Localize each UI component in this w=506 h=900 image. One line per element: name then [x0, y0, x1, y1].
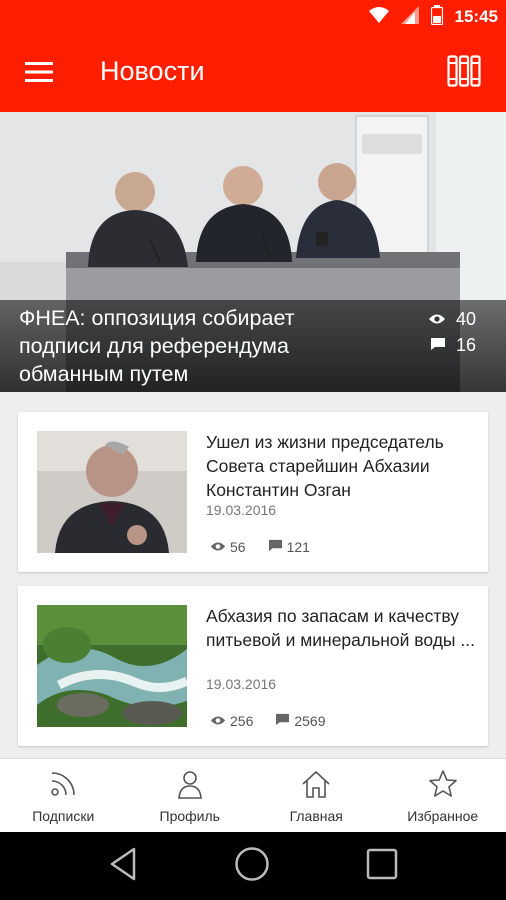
- catalog-button[interactable]: [442, 52, 486, 94]
- featured-article-stats: 40 16: [428, 306, 476, 358]
- article-thumbnail: [37, 605, 187, 727]
- article-date: 19.03.2016: [206, 502, 277, 518]
- battery-icon: [430, 4, 443, 30]
- article-views-count: 256: [230, 713, 254, 729]
- person-icon: [175, 769, 205, 804]
- cell-signal-icon: [400, 5, 419, 29]
- article-stats: 56 121: [210, 539, 310, 555]
- article-views: 56: [210, 539, 246, 555]
- featured-article-title: ФНЕА: оппозиция собирает подписи для реф…: [19, 306, 295, 386]
- status-time: 15:45: [454, 7, 498, 26]
- app-bar: Новости: [0, 34, 506, 112]
- nav-item-favorites[interactable]: Избранное: [380, 759, 506, 832]
- comment-icon: [268, 539, 283, 555]
- comment-icon: [275, 713, 290, 729]
- article-stats: 256 2569: [210, 713, 326, 729]
- article-thumbnail: [37, 431, 187, 553]
- comment-icon: [430, 335, 446, 356]
- article-comments: 2569: [275, 713, 326, 729]
- article-date: 19.03.2016: [206, 676, 277, 692]
- rss-icon: [48, 769, 78, 804]
- article-title: Абхазия по запасам и качеству питьевой и…: [206, 606, 475, 650]
- home-icon: [301, 769, 331, 804]
- home-circle-icon[interactable]: [234, 846, 270, 887]
- eye-icon: [428, 309, 446, 330]
- books-icon: [447, 54, 481, 92]
- featured-article-views: 40: [428, 306, 476, 332]
- featured-article-comments-count: 16: [455, 334, 476, 355]
- nav-item-label: Профиль: [159, 808, 220, 824]
- list-item[interactable]: Абхазия по запасам и качеству питьевой и…: [18, 586, 488, 746]
- status-icons: 15:45: [368, 0, 498, 34]
- featured-article-views-count: 40: [455, 308, 476, 329]
- article-comments-count: 2569: [294, 713, 326, 729]
- page-title: Новости: [100, 56, 205, 86]
- nav-item-profile[interactable]: Профиль: [127, 759, 254, 832]
- article-views: 256: [210, 713, 253, 729]
- wifi-icon: [368, 6, 389, 28]
- nav-item-home[interactable]: Главная: [253, 759, 380, 832]
- menu-button[interactable]: [14, 54, 64, 94]
- recent-apps-icon[interactable]: [366, 848, 398, 885]
- eye-icon: [210, 539, 226, 555]
- nav-item-label: Избранное: [407, 808, 479, 824]
- article-comments: 121: [268, 539, 310, 555]
- featured-article[interactable]: ФНЕА: оппозиция собирает подписи для реф…: [0, 112, 506, 392]
- system-navigation-bar: [0, 832, 506, 900]
- article-title: Ушел из жизни председатель Совета старей…: [206, 432, 444, 500]
- back-icon[interactable]: [108, 847, 138, 886]
- hamburger-menu-icon: [25, 61, 53, 87]
- featured-article-comments: 16: [428, 332, 476, 358]
- bottom-navigation: Подписки Профиль Главная Избранное: [0, 758, 506, 832]
- article-views-count: 56: [230, 539, 246, 555]
- nav-item-label: Подписки: [32, 808, 95, 824]
- nav-item-label: Главная: [289, 808, 343, 824]
- star-icon: [428, 769, 458, 804]
- list-item[interactable]: Ушел из жизни председатель Совета старей…: [18, 412, 488, 572]
- nav-item-subscriptions[interactable]: Подписки: [0, 759, 127, 832]
- status-bar: 15:45: [0, 0, 506, 34]
- article-comments-count: 121: [286, 539, 310, 555]
- eye-icon: [210, 713, 226, 729]
